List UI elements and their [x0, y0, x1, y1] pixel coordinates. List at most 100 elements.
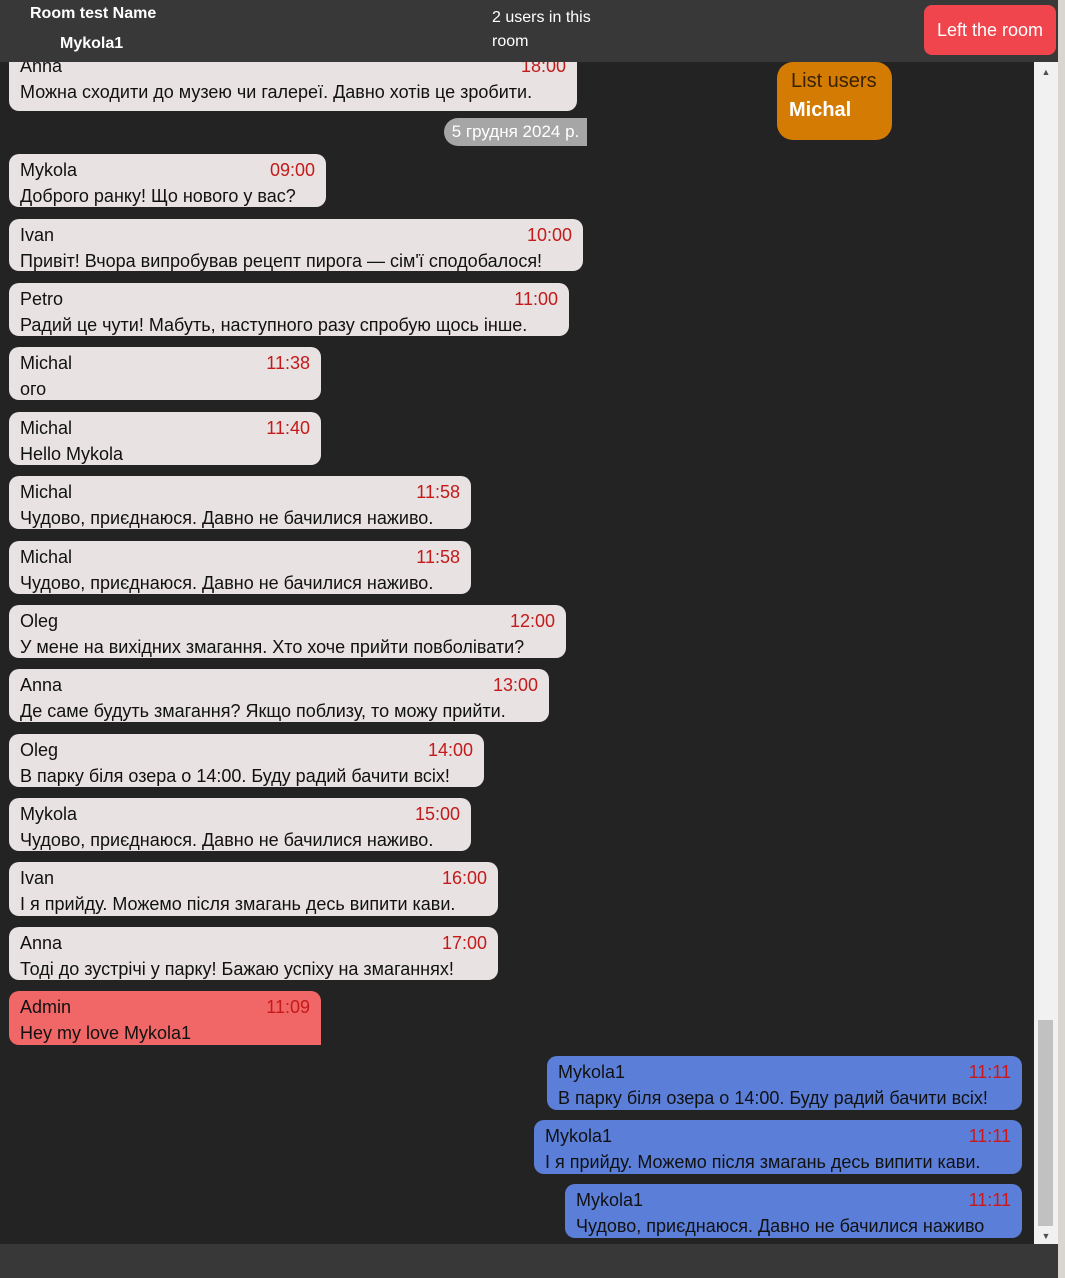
current-user-name: Mykola1: [60, 35, 124, 52]
chat-message: Petro 11:00 Радий це чути! Мабуть, наступн…: [9, 283, 569, 336]
message-time: 10:00: [526, 225, 572, 245]
message-text: Радий це чути! Мабуть, наступного разу с…: [20, 315, 528, 335]
message-header: Ivan 16:00: [20, 865, 487, 891]
chat-message: Oleg 12:00 У мене на вихідних змагання. Хт…: [9, 605, 566, 658]
message-author: Mykola: [20, 804, 78, 824]
window-edge: [1058, 0, 1065, 1278]
message-header: Petro 11:00: [20, 286, 558, 312]
message-text: І я прийду. Можемо після змагань десь ви…: [545, 1152, 981, 1172]
message-header: Oleg 12:00: [20, 608, 555, 634]
message-time: 09:00: [269, 160, 315, 180]
message-time: 17:00: [441, 933, 487, 953]
message-text: Hey my love Mykola1: [20, 1023, 192, 1043]
message-text: Чудово, приєднаюся. Давно не бачилися на…: [20, 508, 434, 528]
message-header: Michal 11:40: [20, 415, 310, 441]
chat-message: Michal 11:58 Чудово, приєднаюся. Давно не …: [9, 476, 471, 529]
message-header: Mykola 09:00: [20, 157, 315, 183]
message-author: Ivan: [20, 225, 55, 245]
chat-message: Ivan 10:00 Привіт! Вчора випробував рецепт…: [9, 219, 583, 271]
chat-message: Oleg 14:00 В парку біля озера о 14:00. Буд…: [9, 734, 484, 787]
message-author: Mykola1: [558, 1062, 626, 1082]
room-name: Room test Name: [30, 5, 157, 22]
room-header: Room test Name Mykola1 2 users in this r…: [0, 0, 1058, 62]
message-time: 13:00: [492, 675, 538, 695]
bottom-bar: [0, 1244, 1058, 1278]
own-message: Mykola1 11:11 І я прийду. Можемо після зма…: [534, 1120, 1022, 1174]
message-text: Привіт! Вчора випробував рецепт пирога —…: [20, 251, 543, 271]
chat-message: Michal 11:40 Hello Mykola: [9, 412, 321, 465]
chat-message: Anna 17:00 Тоді до зустрічі у парку! Бажаю…: [9, 927, 498, 980]
admin-message: Admin 11:09 Hey my love Mykola1: [9, 991, 321, 1045]
date-separator: 5 грудня 2024 р.: [444, 118, 587, 146]
message-author: Petro: [20, 289, 64, 309]
message-author: Anna: [20, 62, 63, 76]
message-time: 11:00: [514, 289, 558, 309]
message-time: 11:58: [416, 482, 460, 502]
message-time: 15:00: [414, 804, 460, 824]
message-text: Чудово, приєднаюся. Давно не бачилися на…: [20, 573, 434, 593]
chat-message: Michal 11:58 Чудово, приєднаюся. Давно не …: [9, 541, 471, 594]
message-text: І я прийду. Можемо після змагань десь ви…: [20, 894, 456, 914]
message-text: Тоді до зустрічі у парку! Бажаю успіху н…: [20, 959, 454, 979]
message-time: 11:11: [968, 1126, 1011, 1146]
message-header: Anna 13:00: [20, 672, 538, 698]
message-header: Michal 11:58: [20, 544, 460, 570]
own-message: Mykola1 11:11 Чудово, приєднаюся. Давно не…: [565, 1184, 1022, 1238]
message-text: Hello Mykola: [20, 444, 124, 464]
message-text: В парку біля озера о 14:00. Буду радий б…: [20, 766, 450, 786]
message-time: 11:58: [416, 547, 460, 567]
message-list[interactable]: Anna 18:00 Можна сходити до музею чи галер…: [0, 62, 1034, 1244]
message-header: Admin 11:09: [20, 994, 310, 1020]
message-time: 18:00: [520, 62, 566, 76]
message-header: Michal 11:38: [20, 350, 310, 376]
message-text: Чудово, приєднаюся. Давно не бачилися на…: [576, 1216, 985, 1236]
message-time: 11:11: [968, 1190, 1011, 1210]
message-header: Anna 18:00: [20, 62, 566, 79]
message-time: 16:00: [441, 868, 487, 888]
scroll-thumb[interactable]: [1038, 1020, 1053, 1226]
message-header: Mykola1 11:11: [545, 1123, 1011, 1149]
message-text: В парку біля озера о 14:00. Буду радий б…: [558, 1088, 988, 1108]
chat-message: Ivan 16:00 І я прийду. Можемо після змаган…: [9, 862, 498, 916]
message-header: Mykola1 11:11: [558, 1059, 1011, 1085]
message-time: 11:11: [968, 1062, 1011, 1082]
message-header: Ivan 10:00: [20, 222, 572, 248]
message-text: У мене на вихідних змагання. Хто хоче пр…: [20, 637, 525, 657]
message-time: 11:38: [266, 353, 310, 373]
user-list-title: List users: [791, 70, 877, 92]
message-author: Michal: [20, 482, 73, 502]
user-list-panel: List users Michal: [777, 62, 892, 140]
chat-message: Mykola 15:00 Чудово, приєднаюся. Давно не …: [9, 798, 471, 851]
users-count: 2 users in this room: [492, 9, 591, 50]
scroll-up-arrow-icon[interactable]: ▲: [1034, 64, 1058, 80]
chat-message: Michal 11:38 ого: [9, 347, 321, 400]
message-header: Oleg 14:00: [20, 737, 473, 763]
message-header: Anna 17:00: [20, 930, 487, 956]
chat-message: Mykola 09:00 Доброго ранку! Що нового у ва…: [9, 154, 326, 207]
message-header: Mykola 15:00: [20, 801, 460, 827]
message-author: Mykola: [20, 160, 78, 180]
message-author: Oleg: [20, 740, 59, 760]
message-text: Можна сходити до музею чи галереї. Давно…: [20, 82, 533, 102]
chat-scrollbar[interactable]: ▲ ▼: [1034, 62, 1058, 1244]
message-text: Доброго ранку! Що нового у вас?: [20, 186, 296, 206]
message-author: Mykola1: [576, 1190, 644, 1210]
leave-room-button[interactable]: Left the room: [924, 5, 1056, 55]
message-author: Anna: [20, 675, 63, 695]
chat-message: Anna 13:00 Де саме будуть змагання? Якщо п…: [9, 669, 549, 722]
message-time: 14:00: [427, 740, 473, 760]
scroll-down-arrow-icon[interactable]: ▼: [1034, 1228, 1058, 1244]
message-text: Чудово, приєднаюся. Давно не бачилися на…: [20, 830, 434, 850]
message-author: Mykola1: [545, 1126, 613, 1146]
message-author: Admin: [20, 997, 72, 1017]
message-author: Michal: [20, 547, 73, 567]
user-list-item[interactable]: Michal: [789, 99, 880, 122]
own-message: Mykola1 11:11 В парку біля озера о 14:00. …: [547, 1056, 1022, 1110]
message-header: Michal 11:58: [20, 479, 460, 505]
message-author: Michal: [20, 418, 73, 438]
message-author: Anna: [20, 933, 63, 953]
message-time: 11:40: [266, 418, 310, 438]
message-author: Michal: [20, 353, 73, 373]
message-time: 12:00: [509, 611, 555, 631]
message-author: Oleg: [20, 611, 59, 631]
